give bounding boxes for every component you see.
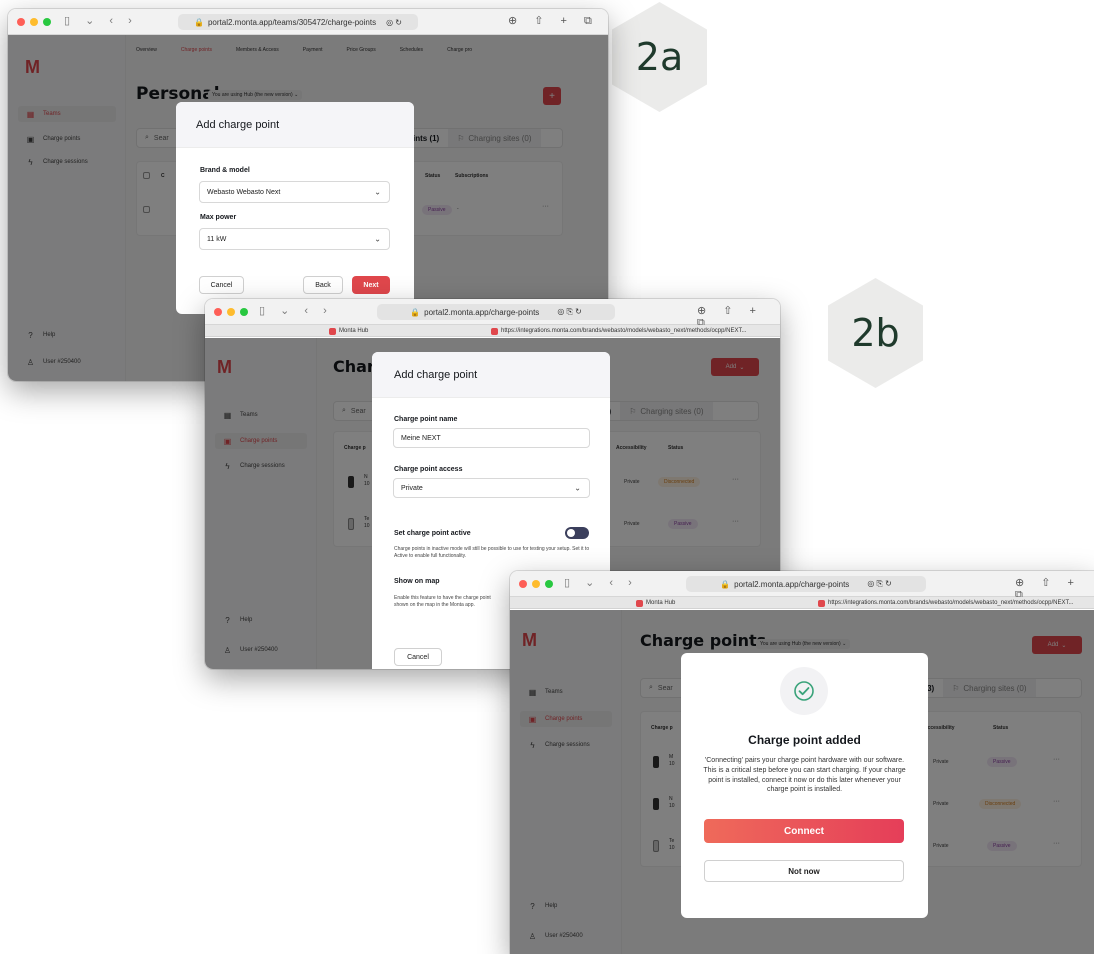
charge-point-name-label: Charge point name bbox=[394, 416, 458, 423]
tab-title: Monta Hub bbox=[646, 600, 676, 606]
step-badge-2a: 2a bbox=[612, 2, 707, 112]
max-power-value: 11 kW bbox=[207, 235, 227, 243]
modal-header: Add charge point bbox=[372, 352, 610, 398]
close-window-button[interactable] bbox=[17, 18, 25, 26]
close-window-button[interactable] bbox=[214, 308, 222, 316]
brand-model-select[interactable]: Webasto Webasto Next ⌄ bbox=[199, 181, 390, 203]
chevron-down-icon: ⌄ bbox=[374, 187, 381, 197]
browser-nav-icons[interactable]: ▯ ⌄ ‹ › bbox=[64, 14, 138, 27]
browser-window-c: ▯ ⌄ ‹ › 🔒 portal2.monta.app/charge-point… bbox=[510, 571, 1094, 954]
minimize-window-button[interactable] bbox=[30, 18, 38, 26]
zoom-window-button[interactable] bbox=[545, 580, 553, 588]
step-badge-2b-label: 2b bbox=[851, 311, 900, 355]
access-value: Private bbox=[401, 484, 423, 492]
monta-tab-icon bbox=[329, 327, 336, 335]
window-controls bbox=[519, 580, 553, 588]
chevron-down-icon: ⌄ bbox=[374, 234, 381, 244]
browser-tab-bar: Monta Hub https://integrations.monta.com… bbox=[205, 325, 780, 337]
browser-nav-icons[interactable]: ▯ ⌄ ‹ › bbox=[259, 304, 333, 317]
step-badge-2a-label: 2a bbox=[635, 35, 684, 79]
minimize-window-button[interactable] bbox=[532, 580, 540, 588]
next-button[interactable]: Next bbox=[352, 276, 390, 294]
charge-point-added-modal: Charge point added 'Connecting' pairs yo… bbox=[681, 653, 928, 918]
show-on-map-help: Enable this feature to have the charge p… bbox=[394, 595, 491, 608]
chevron-down-icon: ⌄ bbox=[574, 483, 581, 493]
browser-tab-integrations[interactable]: https://integrations.monta.com/brands/we… bbox=[818, 598, 1092, 608]
close-window-button[interactable] bbox=[519, 580, 527, 588]
brand-model-label: Brand & model bbox=[200, 167, 250, 174]
lock-icon: 🔒 bbox=[410, 307, 421, 317]
browser-toolbar: ▯ ⌄ ‹ › 🔒 portal2.monta.app/charge-point… bbox=[510, 571, 1094, 601]
tab-title: https://integrations.monta.com/brands/we… bbox=[828, 600, 1074, 606]
modal-title: Add charge point bbox=[196, 118, 280, 131]
zoom-window-button[interactable] bbox=[240, 308, 248, 316]
url-bar[interactable]: 🔒 portal2.monta.app/charge-points ◎ ⎘ ↻ bbox=[686, 576, 926, 592]
browser-toolbar: ▯ ⌄ ‹ › 🔒 portal2.monta.app/charge-point… bbox=[205, 299, 780, 329]
monta-tab-icon bbox=[636, 599, 643, 607]
cancel-button[interactable]: Cancel bbox=[394, 648, 442, 666]
connect-button[interactable]: Connect bbox=[704, 819, 904, 843]
modal-title: Add charge point bbox=[394, 368, 478, 381]
modal-header: Add charge point bbox=[176, 102, 414, 148]
active-toggle-label: Set charge point active bbox=[394, 530, 471, 537]
browser-nav-icons[interactable]: ▯ ⌄ ‹ › bbox=[564, 576, 638, 589]
browser-tab-integrations[interactable]: https://integrations.monta.com/brands/we… bbox=[491, 326, 776, 336]
not-now-button[interactable]: Not now bbox=[704, 860, 904, 882]
reader-icon: ◎ ↻ bbox=[386, 17, 402, 27]
window-controls bbox=[214, 308, 248, 316]
success-check-icon bbox=[780, 667, 828, 715]
lock-icon: 🔒 bbox=[194, 17, 204, 27]
minimize-window-button[interactable] bbox=[227, 308, 235, 316]
monta-tab-icon bbox=[818, 599, 825, 607]
url-bar[interactable]: 🔒 portal2.monta.app/teams/305472/charge-… bbox=[178, 14, 418, 30]
access-select[interactable]: Private ⌄ bbox=[393, 478, 590, 498]
back-button[interactable]: Back bbox=[303, 276, 343, 294]
app-body: M ▦Teams ▣Charge points ϟCharge sessions… bbox=[510, 610, 1094, 954]
extension-icons: ◎ ⎘ ↻ bbox=[557, 307, 582, 316]
max-power-label: Max power bbox=[200, 214, 237, 221]
zoom-window-button[interactable] bbox=[43, 18, 51, 26]
monta-tab-icon bbox=[491, 327, 498, 335]
tab-title: https://integrations.monta.com/brands/we… bbox=[501, 328, 747, 334]
screenshot-canvas: 2a 2b ▯ ⌄ ‹ › 🔒 portal2.monta.app/teams/… bbox=[0, 0, 1094, 954]
active-toggle[interactable] bbox=[565, 527, 589, 539]
charge-point-name-input[interactable]: Meine NEXT bbox=[393, 428, 590, 448]
window-controls bbox=[17, 18, 51, 26]
active-help-text: Charge points in inactive mode will stil… bbox=[394, 546, 590, 559]
modal-body-text: 'Connecting' pairs your charge point har… bbox=[703, 757, 906, 794]
brand-model-value: Webasto Webasto Next bbox=[207, 188, 281, 196]
max-power-select[interactable]: 11 kW ⌄ bbox=[199, 228, 390, 250]
add-charge-point-modal: Add charge point Brand & model Webasto W… bbox=[176, 102, 414, 314]
browser-tab-monta-hub[interactable]: Monta Hub bbox=[636, 598, 675, 608]
show-on-map-label: Show on map bbox=[394, 578, 440, 585]
browser-toolbar: ▯ ⌄ ‹ › 🔒 portal2.monta.app/teams/305472… bbox=[8, 9, 608, 35]
access-label: Charge point access bbox=[394, 466, 463, 473]
cancel-button[interactable]: Cancel bbox=[199, 276, 244, 294]
step-badge-2b: 2b bbox=[828, 278, 923, 388]
charge-point-name-value: Meine NEXT bbox=[401, 434, 441, 442]
tab-title: Monta Hub bbox=[339, 328, 369, 334]
extension-icons: ◎ ⎘ ↻ bbox=[867, 579, 892, 588]
url-text: portal2.monta.app/teams/305472/charge-po… bbox=[207, 17, 377, 27]
lock-icon: 🔒 bbox=[720, 579, 731, 589]
url-text: portal2.monta.app/charge-points bbox=[734, 579, 850, 589]
modal-title: Charge point added bbox=[748, 733, 861, 747]
url-bar[interactable]: 🔒 portal2.monta.app/charge-points ◎ ⎘ ↻ bbox=[377, 304, 615, 320]
url-text: portal2.monta.app/charge-points bbox=[424, 307, 540, 317]
browser-actions[interactable]: ⊕ ⇧ + ⧉ bbox=[508, 14, 599, 28]
browser-tab-monta-hub[interactable]: Monta Hub bbox=[329, 326, 368, 336]
browser-tab-bar: Monta Hub https://integrations.monta.com… bbox=[510, 597, 1094, 609]
